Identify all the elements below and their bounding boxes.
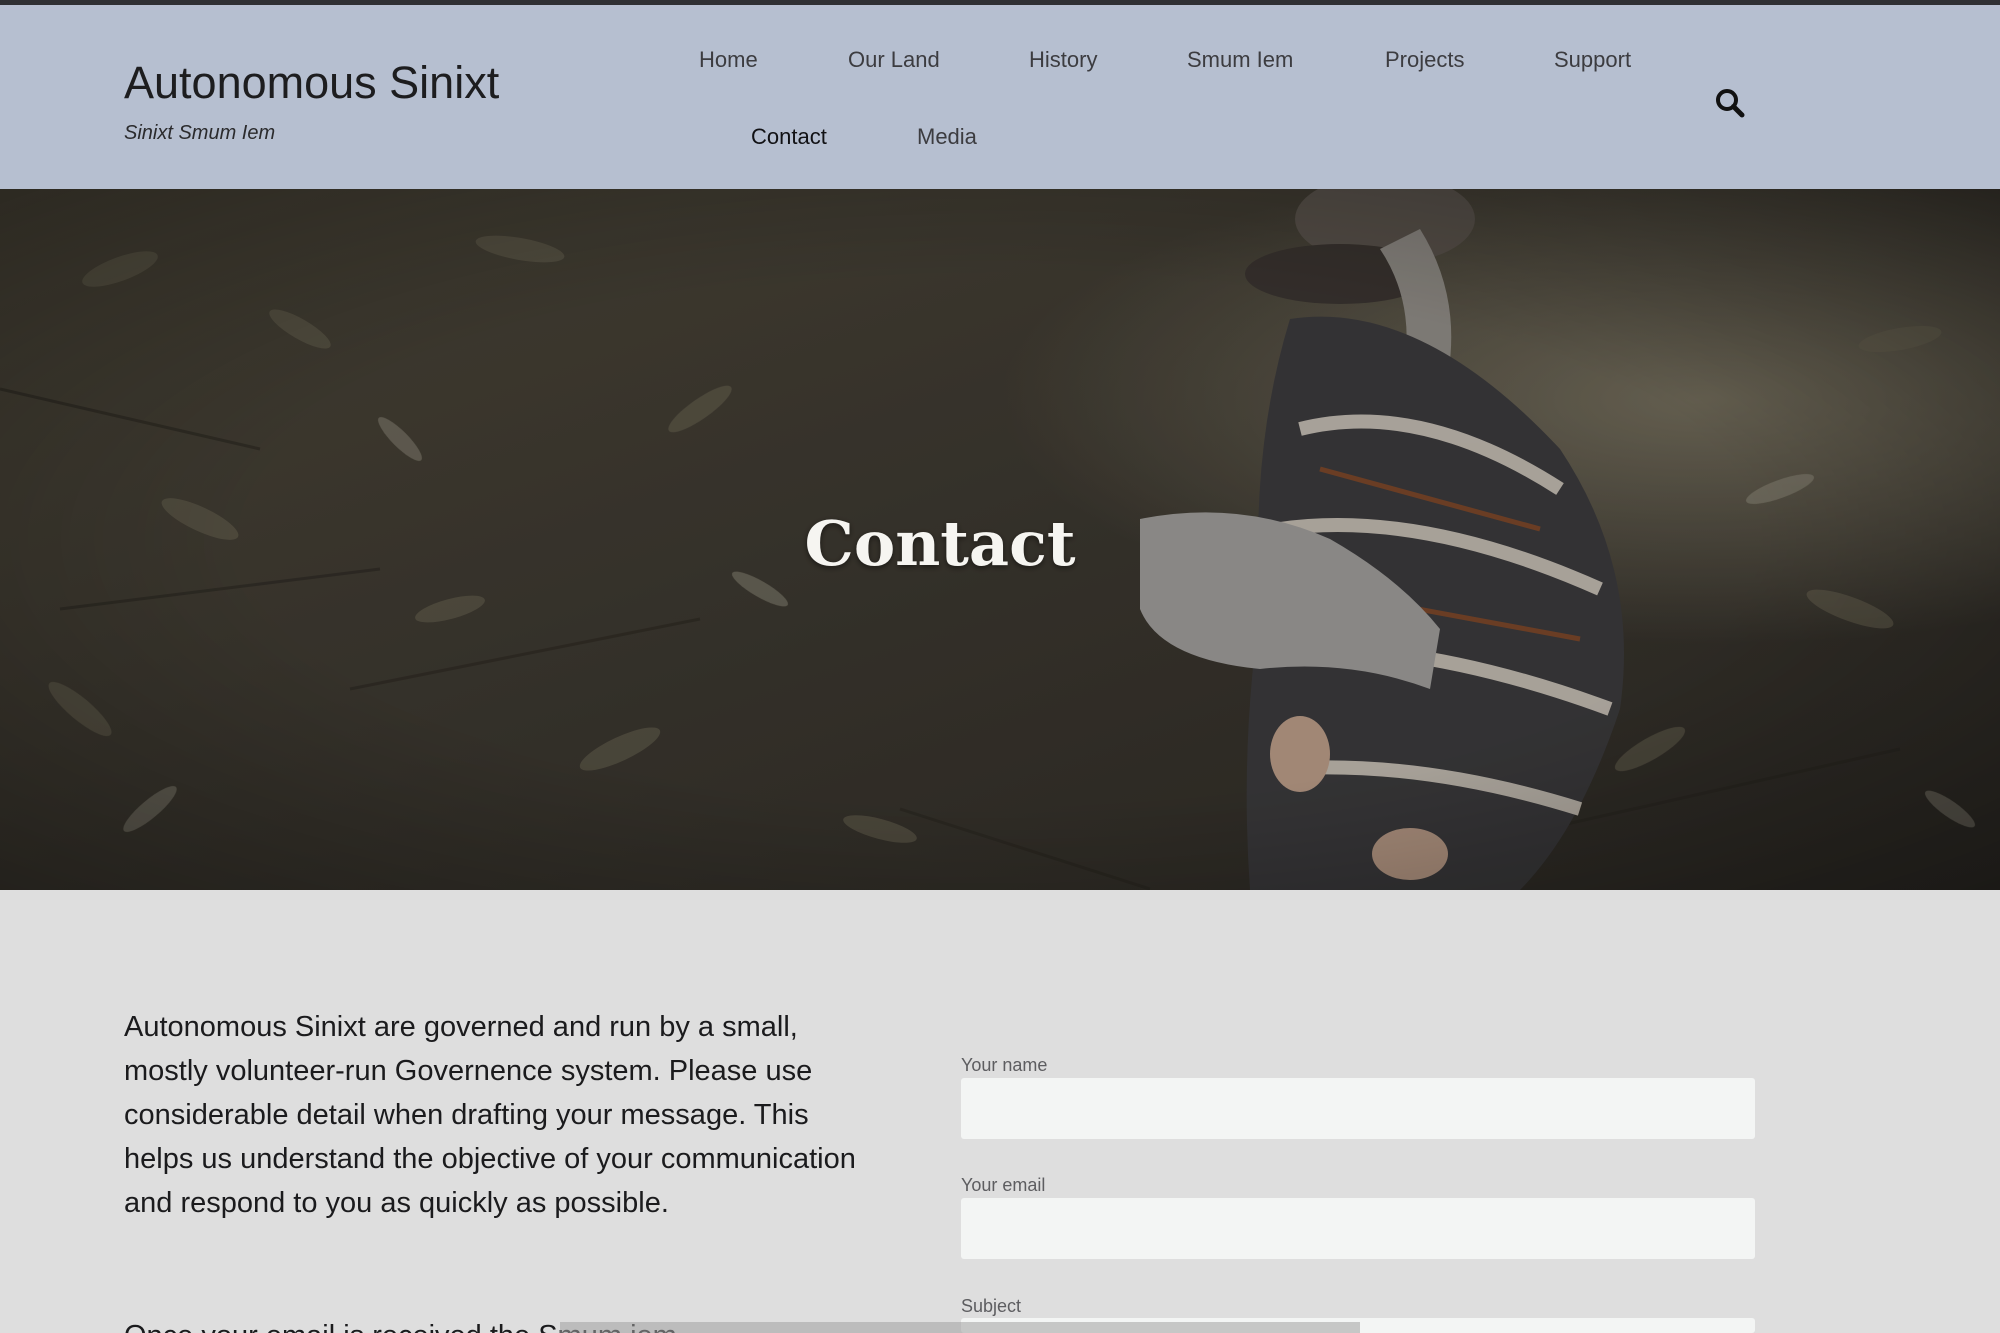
nav-item-history[interactable]: History (1029, 47, 1097, 73)
site-title[interactable]: Autonomous Sinixt (124, 57, 499, 109)
nav-item-projects[interactable]: Projects (1385, 47, 1464, 73)
email-field[interactable] (961, 1198, 1755, 1259)
search-icon (1716, 89, 1745, 118)
search-button[interactable] (1714, 87, 1746, 119)
hero-banner: Contact (0, 189, 2000, 890)
nav-item-smum-iem[interactable]: Smum Iem (1187, 47, 1293, 73)
name-label: Your name (961, 1055, 1048, 1075)
name-field[interactable] (961, 1078, 1755, 1139)
subject-label: Subject (961, 1296, 1022, 1316)
nav-item-support[interactable]: Support (1554, 47, 1631, 73)
cookie-banner-edge (560, 1322, 1360, 1333)
intro-paragraph: Autonomous Sinixt are governed and run b… (124, 1011, 856, 1219)
site-header: Autonomous Sinixt Sinixt Smum Iem Home O… (0, 5, 2000, 189)
page-title: Contact (804, 507, 1076, 580)
email-label: Your email (961, 1175, 1046, 1195)
nav-item-our-land[interactable]: Our Land (848, 47, 940, 73)
nav-item-home[interactable]: Home (699, 47, 758, 73)
nav-item-media[interactable]: Media (917, 124, 977, 150)
site-tagline: Sinixt Smum Iem (124, 122, 276, 144)
nav-item-contact[interactable]: Contact (751, 124, 827, 150)
